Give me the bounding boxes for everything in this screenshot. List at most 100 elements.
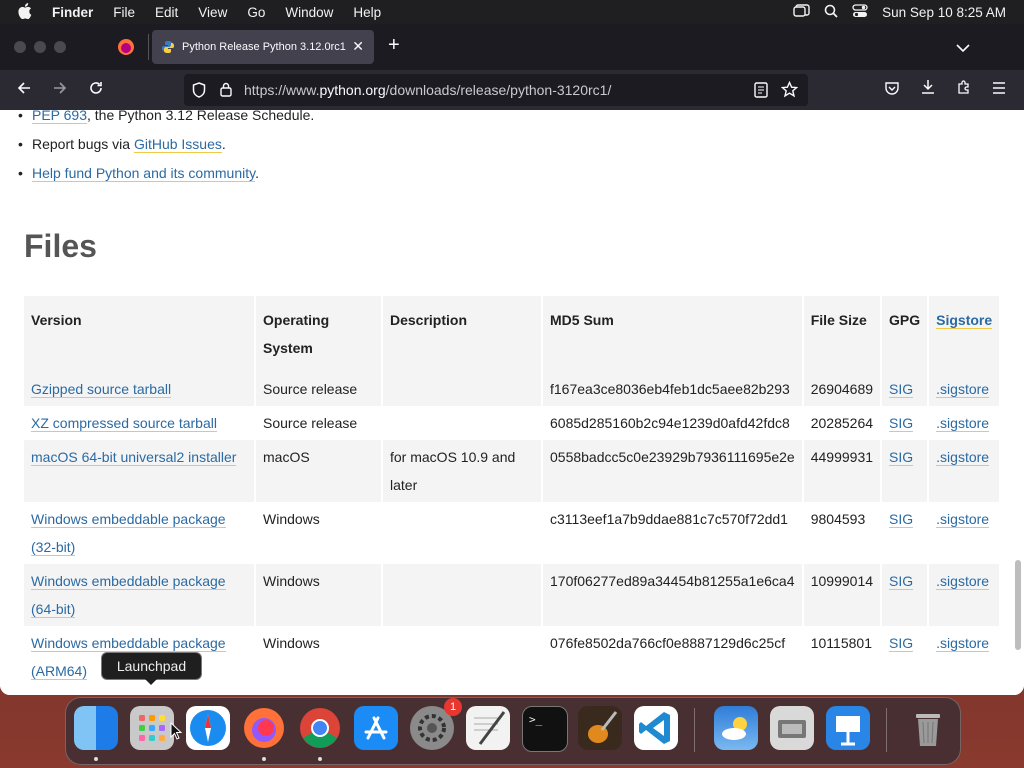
gpg-sig-link[interactable]: SIG	[889, 573, 914, 590]
files-table: Version Operating System Description MD5…	[24, 296, 1002, 688]
back-icon[interactable]	[16, 80, 32, 101]
download-link[interactable]: XZ compressed source tarball	[31, 415, 217, 432]
extensions-icon[interactable]	[956, 79, 972, 100]
vscode-icon[interactable]	[634, 706, 678, 750]
page-scrollbar[interactable]	[1015, 560, 1021, 650]
download-link[interactable]: macOS 64-bit universal2 installer	[31, 449, 237, 466]
forward-icon[interactable]	[52, 80, 68, 101]
finder-icon[interactable]	[74, 706, 118, 750]
url-prefix: https://www.	[244, 82, 320, 98]
dock-separator	[886, 708, 887, 752]
sigstore-link[interactable]: .sigstore	[936, 573, 990, 590]
search-icon[interactable]	[824, 4, 838, 21]
window-icon[interactable]	[793, 4, 810, 20]
menu-go[interactable]: Go	[237, 5, 275, 20]
url-domain: python.org	[319, 82, 386, 98]
reader-view-icon[interactable]	[754, 82, 768, 101]
keynote-icon[interactable]	[826, 706, 870, 750]
firefox-view-icon[interactable]	[117, 38, 135, 61]
gpg-sig-link[interactable]: SIG	[889, 415, 914, 432]
chrome-icon[interactable]	[298, 706, 342, 750]
list-all-tabs-icon[interactable]	[956, 40, 970, 58]
system-settings-icon[interactable]: 1	[410, 698, 462, 750]
new-tab-button[interactable]: +	[388, 34, 400, 57]
menu-view[interactable]: View	[188, 5, 237, 20]
running-indicator	[94, 757, 98, 761]
column-header: Version	[24, 296, 256, 372]
dock-separator	[694, 708, 695, 752]
tab-python-release[interactable]: Python Release Python 3.12.0rc1 ✕	[152, 30, 374, 64]
control-center-icon[interactable]	[852, 3, 868, 21]
trash-icon[interactable]	[906, 706, 950, 750]
pep-693-link[interactable]: PEP 693	[32, 110, 88, 124]
list-item-text: , the Python 3.12 Release Schedule.	[87, 110, 315, 123]
sigstore-link[interactable]: .sigstore	[936, 449, 990, 466]
sigstore-link[interactable]: .sigstore	[936, 635, 990, 652]
gpg-sig-link[interactable]: SIG	[889, 511, 914, 528]
gpg-sig-link[interactable]: SIG	[889, 449, 914, 466]
gpg-sig-link[interactable]: SIG	[889, 635, 914, 652]
description-cell	[382, 502, 543, 564]
list-item-text: .	[221, 136, 226, 152]
terminal-prompt-icon: >_	[529, 713, 543, 726]
sigstore-link[interactable]: .sigstore	[936, 511, 990, 528]
textedit-icon[interactable]	[466, 706, 510, 750]
terminal-icon[interactable]: >_	[522, 706, 568, 752]
garageband-icon[interactable]	[578, 706, 622, 750]
download-link[interactable]: Windows embeddable package (32-bit)	[31, 511, 226, 556]
tracking-shield-icon[interactable]	[192, 82, 206, 101]
download-link[interactable]: Gzipped source tarball	[31, 381, 172, 398]
sigstore-header-link[interactable]: Sigstore	[936, 312, 993, 329]
safari-icon[interactable]	[186, 706, 230, 750]
column-header: MD5 Sum	[542, 296, 804, 372]
column-header: Operating System	[255, 296, 383, 372]
close-tab-icon[interactable]: ✕	[352, 38, 364, 55]
app-store-icon[interactable]	[354, 706, 398, 750]
hamburger-menu-icon[interactable]	[992, 81, 1006, 99]
apple-icon[interactable]	[0, 2, 42, 22]
menu-app-finder[interactable]: Finder	[42, 5, 103, 20]
migration-assistant-icon[interactable]	[770, 706, 814, 750]
zoom-window-button[interactable]	[54, 41, 66, 53]
description-cell	[382, 564, 543, 626]
lock-icon[interactable]	[220, 82, 232, 100]
launchpad-tooltip: Launchpad	[101, 652, 202, 685]
os-cell: Windows	[255, 626, 383, 688]
firefox-icon[interactable]	[242, 706, 286, 750]
notification-badge: 1	[444, 698, 462, 716]
tab-divider	[148, 34, 149, 60]
sigstore-link[interactable]: .sigstore	[936, 415, 990, 432]
bookmark-star-icon[interactable]	[780, 80, 799, 101]
list-item-text: Report bugs via	[32, 136, 134, 152]
close-window-button[interactable]	[14, 41, 26, 53]
url-text[interactable]: https://www.python.org/downloads/release…	[244, 82, 611, 98]
list-item: Help fund Python and its community.	[18, 165, 259, 182]
os-cell: macOS	[255, 440, 383, 502]
pocket-icon[interactable]	[884, 80, 900, 101]
os-cell: Source release	[255, 372, 383, 406]
weather-icon[interactable]	[714, 706, 758, 750]
menu-edit[interactable]: Edit	[145, 5, 188, 20]
minimize-window-button[interactable]	[34, 41, 46, 53]
launchpad-icon[interactable]	[130, 706, 174, 750]
download-link[interactable]: Windows embeddable package (64-bit)	[31, 573, 226, 618]
downloads-icon[interactable]	[920, 79, 936, 100]
files-heading: Files	[24, 228, 97, 264]
menu-clock[interactable]: Sun Sep 10 8:25 AM	[882, 5, 1006, 20]
description-cell	[382, 372, 543, 406]
table-row: XZ compressed source tarball Source rele…	[24, 406, 1002, 440]
help-fund-link[interactable]: Help fund Python and its community	[32, 165, 256, 182]
column-header: File Size	[802, 296, 883, 372]
url-bar[interactable]: https://www.python.org/downloads/release…	[184, 74, 808, 106]
reload-icon[interactable]	[88, 80, 104, 101]
menu-help[interactable]: Help	[343, 5, 391, 20]
table-header-row: Version Operating System Description MD5…	[24, 296, 1002, 372]
os-cell: Source release	[255, 406, 383, 440]
list-item-text: .	[255, 165, 259, 181]
menu-file[interactable]: File	[103, 5, 145, 20]
gpg-sig-link[interactable]: SIG	[889, 381, 914, 398]
github-issues-link[interactable]: GitHub Issues	[133, 136, 222, 153]
sigstore-link[interactable]: .sigstore	[936, 381, 990, 398]
menu-window[interactable]: Window	[275, 5, 343, 20]
page-content: PEP 693, the Python 3.12 Release Schedul…	[0, 110, 1024, 695]
